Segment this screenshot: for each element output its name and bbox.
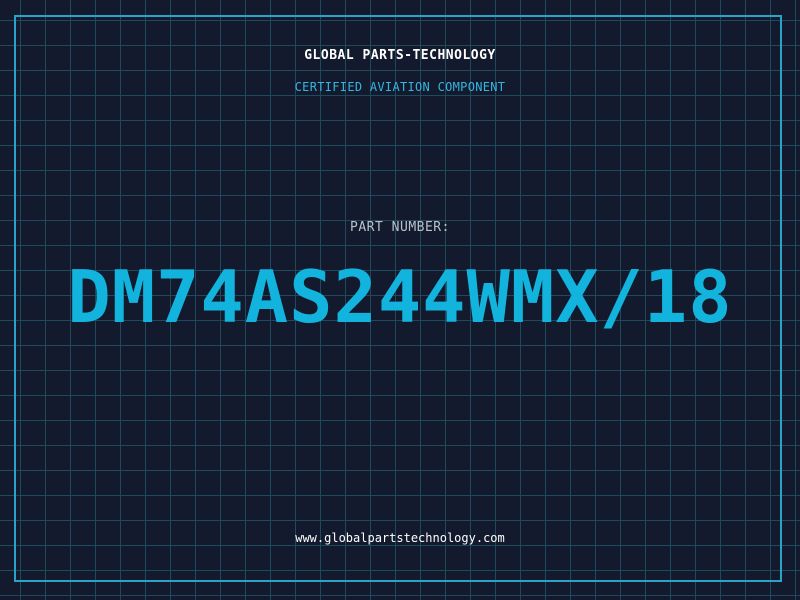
- certification-tagline: CERTIFIED AVIATION COMPONENT: [294, 80, 506, 94]
- website-url: www.globalpartstechnology.com: [295, 531, 505, 545]
- part-label-card: GLOBAL PARTS-TECHNOLOGY CERTIFIED AVIATI…: [0, 0, 800, 600]
- part-number-label: PART NUMBER:: [350, 220, 450, 235]
- company-name: GLOBAL PARTS-TECHNOLOGY: [304, 48, 496, 63]
- part-number-value: DM74AS244WMX/18: [67, 255, 733, 339]
